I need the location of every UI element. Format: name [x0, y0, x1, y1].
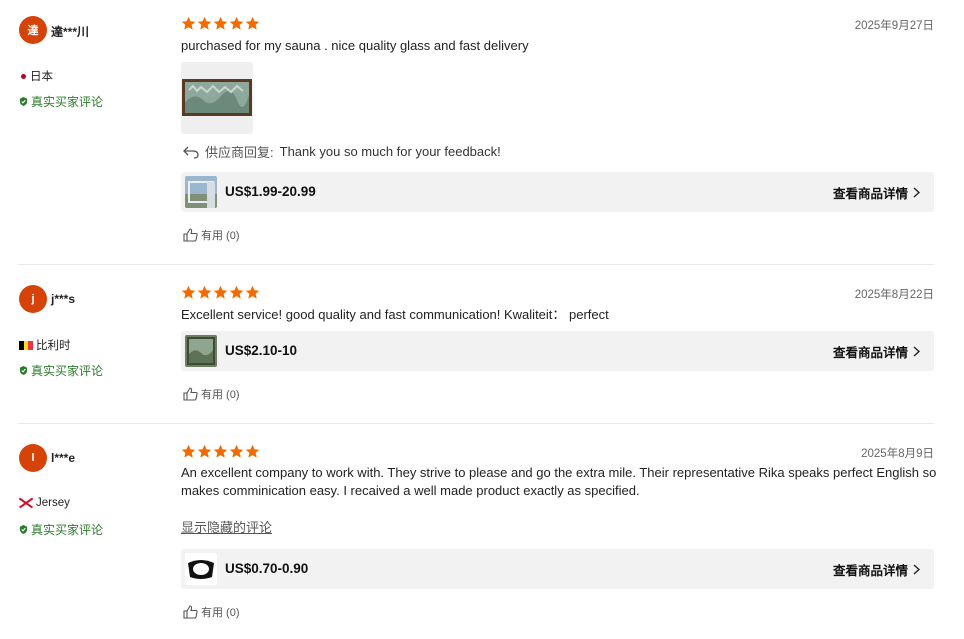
details-label: 查看商品详情	[832, 346, 908, 360]
star-rating	[181, 16, 260, 31]
verified-shield-icon	[19, 525, 28, 534]
product-price: US$2.10-10	[225, 343, 298, 358]
helpful-button[interactable]: 有用 (0)	[183, 604, 240, 620]
chevron-right-icon	[913, 346, 920, 357]
chevron-right-icon	[913, 564, 920, 575]
product-link-bar[interactable]: US$0.70-0.90 查看商品详情	[181, 549, 934, 589]
star-icon	[213, 285, 228, 299]
product-link-bar[interactable]: US$2.10-10 查看商品详情	[181, 331, 934, 371]
review-photo[interactable]	[181, 62, 253, 134]
verified-label: 真实买家评论	[31, 95, 104, 109]
review-date: 2025年8月22日	[854, 289, 934, 301]
star-icon	[229, 444, 244, 458]
verified-shield-icon	[19, 97, 28, 106]
view-product-details-link[interactable]: 查看商品详情	[833, 560, 920, 579]
verified-shield-icon	[19, 366, 28, 375]
verified-badge: 真实买家评论	[19, 521, 103, 538]
view-product-details-link[interactable]: 查看商品详情	[833, 342, 920, 361]
thumbs-up-icon	[183, 228, 198, 242]
details-label: 查看商品详情	[832, 187, 908, 201]
thumbs-up-icon	[183, 605, 198, 619]
review-date: 2025年8月9日	[861, 448, 934, 460]
product-price: US$1.99-20.99	[225, 184, 316, 199]
country-label: Jersey	[36, 497, 70, 509]
product-thumbnail	[185, 553, 217, 585]
avatar: 達	[19, 16, 47, 44]
helpful-button[interactable]: 有用 (0)	[183, 227, 240, 243]
helpful-button[interactable]: 有用 (0)	[183, 386, 240, 402]
reply-text: Thank you so much for your feedback!	[279, 144, 501, 159]
star-icon	[181, 444, 196, 458]
reviewer-name: j***s	[51, 292, 76, 306]
star-icon	[245, 285, 260, 299]
verified-badge: 真实买家评论	[19, 93, 103, 110]
star-icon	[245, 16, 260, 30]
chevron-right-icon	[913, 187, 920, 198]
star-icon	[229, 16, 244, 30]
star-icon	[197, 285, 212, 299]
belgium-flag-icon	[19, 340, 34, 350]
review-text: An excellent company to work with. They …	[181, 465, 937, 498]
product-price: US$0.70-0.90	[225, 561, 309, 576]
details-label: 查看商品详情	[832, 564, 908, 578]
review-card: l l***e Jersey 真实买家评论 2025年8月9日 An excel…	[0, 424, 964, 639]
star-icon	[197, 16, 212, 30]
star-icon	[229, 285, 244, 299]
star-rating	[181, 444, 260, 459]
reply-label: 供应商回复:	[205, 145, 274, 160]
reviewer-country: 日本	[19, 68, 53, 84]
review-date: 2025年9月27日	[854, 20, 934, 32]
verified-label: 真实买家评论	[31, 523, 104, 537]
product-link-bar[interactable]: US$1.99-20.99 查看商品详情	[181, 172, 934, 212]
avatar: l	[19, 444, 47, 472]
avatar: j	[19, 285, 47, 313]
supplier-reply: 供应商回复: Thank you so much for your feedba…	[183, 142, 501, 161]
sauna-glass-photo	[181, 62, 253, 134]
thumbs-up-icon	[183, 387, 198, 401]
reviewer-country: Jersey	[19, 497, 70, 509]
view-product-details-link[interactable]: 查看商品详情	[833, 183, 920, 202]
helpful-label: 有用 (0)	[201, 607, 240, 619]
reviewer-name: l***e	[51, 451, 76, 465]
star-rating	[181, 285, 260, 300]
country-label: 日本	[30, 71, 53, 83]
star-icon	[245, 444, 260, 458]
reply-arrow-icon	[183, 146, 199, 159]
product-thumbnail	[185, 176, 217, 208]
jersey-flag-icon	[19, 498, 33, 508]
japan-flag-icon	[19, 72, 27, 80]
review-card: 達 達***川 日本 真实买家评论 2025年9月27日 purchased f…	[0, 0, 964, 264]
star-icon	[181, 285, 196, 299]
reviewer-name: 達***川	[51, 25, 90, 39]
verified-label: 真实买家评论	[31, 364, 104, 378]
review-text: purchased for my sauna . nice quality gl…	[181, 38, 529, 53]
show-hidden-reviews-link[interactable]: 显示隐藏的评论	[181, 517, 272, 536]
verified-badge: 真实买家评论	[19, 362, 103, 379]
star-icon	[213, 16, 228, 30]
review-text: Excellent service! good quality and fast…	[181, 307, 609, 322]
product-thumbnail	[185, 335, 217, 367]
helpful-label: 有用 (0)	[201, 230, 240, 242]
review-card: j j***s 比利时 真实买家评论 2025年8月22日 Excellent …	[0, 265, 964, 423]
star-icon	[213, 444, 228, 458]
star-icon	[197, 444, 212, 458]
star-icon	[181, 16, 196, 30]
helpful-label: 有用 (0)	[201, 389, 240, 401]
reviewer-country: 比利时	[19, 337, 71, 353]
country-label: 比利时	[36, 340, 71, 352]
